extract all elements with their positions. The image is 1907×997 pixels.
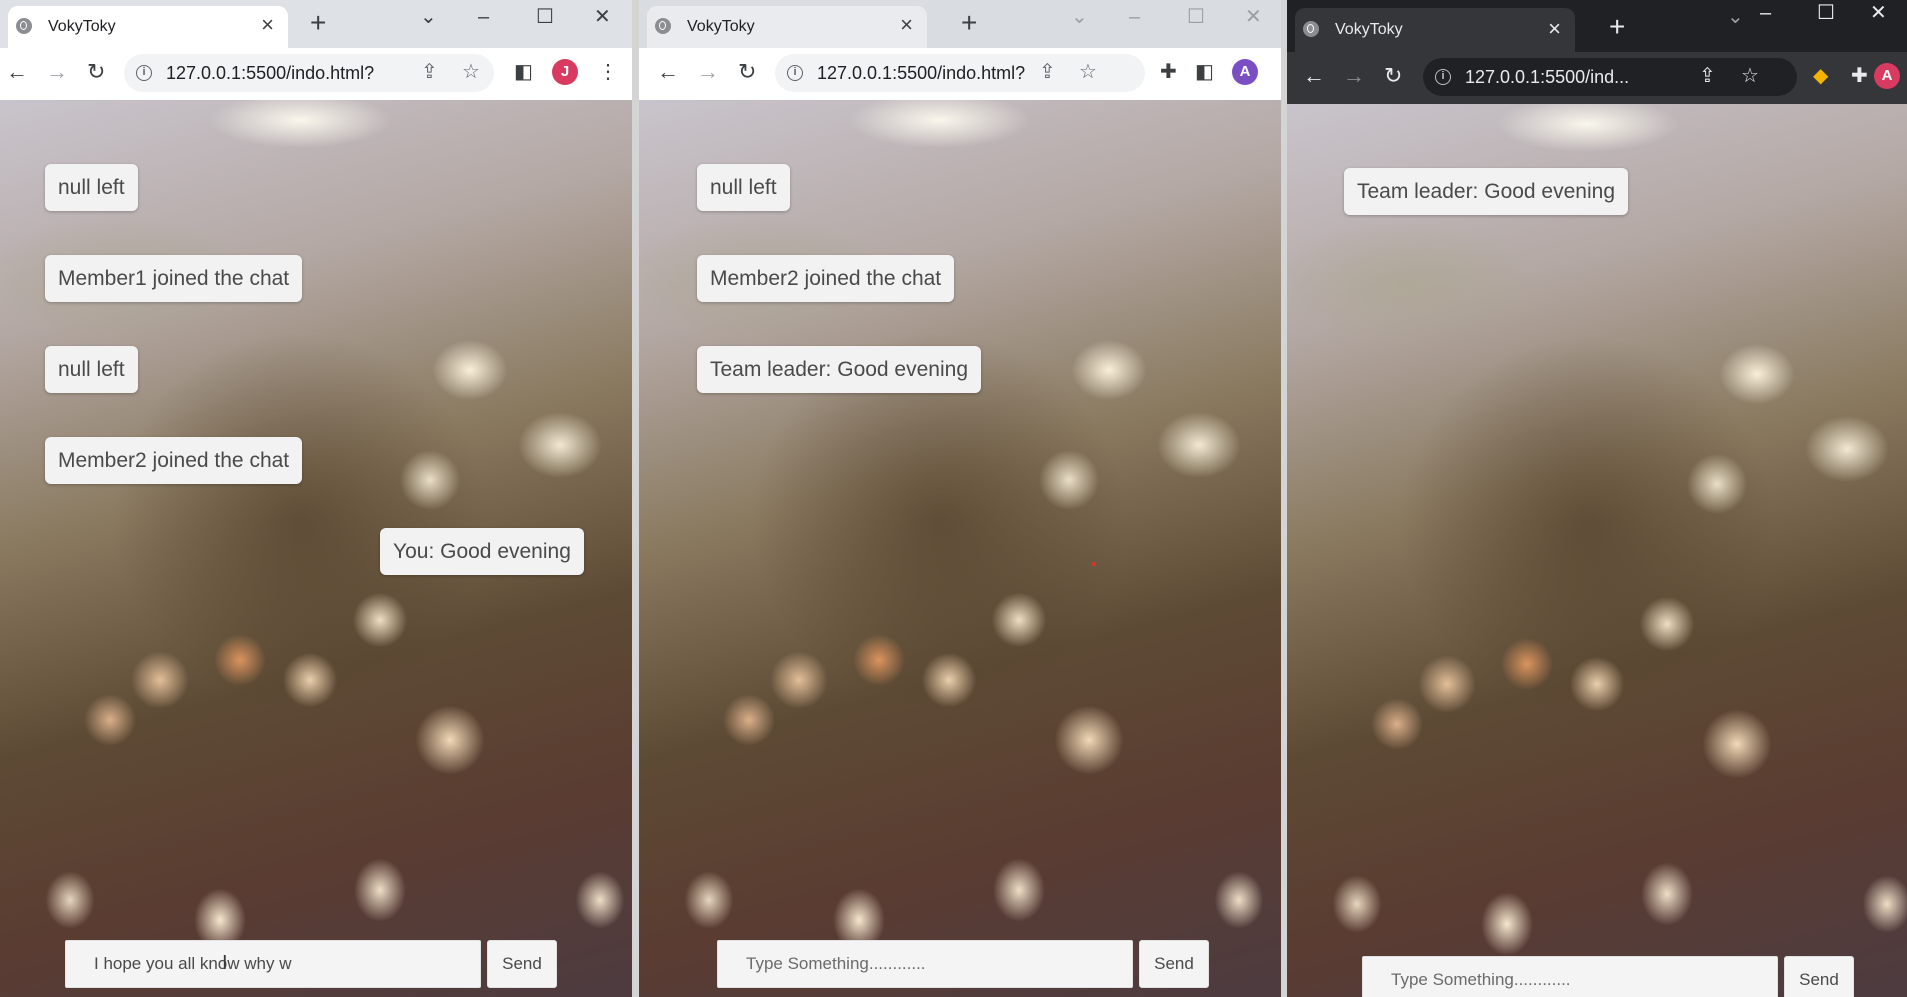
browser-chrome: VokyToky × + ⌄ – ☐ ✕ ← → ↻ i 127.0.0.1:5… [1287, 0, 1907, 104]
browser-chrome: VokyToky × + ⌄ – ☐ ✕ ← → ↻ i 127.0.0.1:5… [639, 0, 1281, 100]
chat-message: null left [697, 164, 790, 211]
browser-window-3: VokyToky × + ⌄ – ☐ ✕ ← → ↻ i 127.0.0.1:5… [1287, 0, 1907, 997]
message-input[interactable]: I hope you all know why w [65, 940, 481, 988]
window-divider [632, 0, 639, 997]
message-composer: Type Something............ Send [717, 940, 1217, 990]
tab-close-icon[interactable]: × [900, 14, 913, 36]
reload-button[interactable]: ↻ [738, 60, 756, 84]
bookmark-star-icon[interactable]: ☆ [1079, 61, 1097, 83]
reload-button[interactable]: ↻ [1384, 64, 1402, 88]
chat-message: Member2 joined the chat [697, 255, 955, 302]
tab-vokytoky[interactable]: VokyToky × [1295, 8, 1575, 52]
share-icon[interactable]: ⇪ [421, 61, 438, 83]
minimize-button[interactable]: – [478, 6, 489, 28]
extension-diamond-icon[interactable]: ◆ [1813, 65, 1828, 87]
send-button[interactable]: Send [1139, 940, 1209, 988]
side-panel-icon[interactable]: ◧ [514, 61, 533, 83]
forward-button[interactable]: → [697, 60, 719, 84]
side-panel-icon[interactable]: ◧ [1195, 61, 1214, 83]
minimize-button[interactable]: – [1129, 6, 1140, 28]
bookmark-star-icon[interactable]: ☆ [462, 61, 480, 83]
chat-message: Member2 joined the chat [45, 437, 303, 484]
extensions-icon[interactable]: ✚ [1160, 61, 1177, 83]
message-composer: I hope you all know why w I Send [65, 940, 565, 990]
back-button[interactable]: ← [657, 60, 679, 84]
chat-message-own: You: Good evening [380, 528, 584, 575]
site-info-icon[interactable]: i [787, 65, 803, 81]
url-text: 127.0.0.1:5500/indo.html? [166, 63, 375, 83]
window-close-button[interactable]: ✕ [1870, 2, 1887, 24]
window-close-button[interactable]: ✕ [1245, 6, 1262, 28]
address-bar[interactable]: i 127.0.0.1:5500/indo.html? ⇪ ☆ [775, 54, 1145, 92]
tab-close-icon[interactable]: × [1548, 18, 1561, 40]
bookmark-star-icon[interactable]: ☆ [1741, 65, 1759, 87]
tab-vokytoky[interactable]: VokyToky × [8, 6, 288, 48]
chat-area: null left Member1 joined the chat null l… [0, 100, 632, 997]
profile-avatar[interactable]: A [1874, 63, 1900, 89]
extensions-icon[interactable]: ✚ [1851, 65, 1868, 87]
menu-icon[interactable]: ⋮ [598, 61, 618, 83]
message-input[interactable]: Type Something............ [717, 940, 1133, 988]
share-icon[interactable]: ⇪ [1039, 61, 1056, 83]
chat-message: Team leader: Good evening [697, 346, 981, 393]
maximize-button[interactable]: ☐ [1817, 2, 1835, 24]
toolbar: ← → ↻ i 127.0.0.1:5500/ind... ⇪ ☆ ◆ ✚ ◧ … [1287, 52, 1907, 104]
back-button[interactable]: ← [6, 60, 28, 84]
tab-search-icon[interactable]: ⌄ [420, 6, 437, 28]
globe-favicon-icon [16, 18, 32, 34]
tab-title: VokyToky [687, 18, 755, 35]
tab-close-icon[interactable]: × [261, 14, 274, 36]
browser-chrome: VokyToky × + ⌄ – ☐ ✕ ← → ↻ i 127.0.0.1:5… [0, 0, 632, 100]
globe-favicon-icon [1303, 21, 1319, 37]
tab-search-icon[interactable]: ⌄ [1727, 6, 1744, 28]
toolbar: ← → ↻ i 127.0.0.1:5500/indo.html? ⇪ ☆ ✚ … [639, 48, 1281, 100]
chat-message: Member1 joined the chat [45, 255, 303, 302]
back-button[interactable]: ← [1303, 64, 1325, 88]
forward-button[interactable]: → [1343, 64, 1365, 88]
browser-window-2: VokyToky × + ⌄ – ☐ ✕ ← → ↻ i 127.0.0.1:5… [639, 0, 1281, 997]
site-info-icon[interactable]: i [1435, 69, 1451, 85]
chat-message: Team leader: Good evening [1344, 168, 1628, 215]
url-text: 127.0.0.1:5500/indo.html? [817, 63, 1026, 83]
tab-title: VokyToky [48, 18, 116, 35]
browser-window-1: VokyToky × + ⌄ – ☐ ✕ ← → ↻ i 127.0.0.1:5… [0, 0, 632, 997]
maximize-button[interactable]: ☐ [1187, 6, 1205, 28]
chat-area: null left Member2 joined the chat Team l… [639, 100, 1281, 997]
minimize-button[interactable]: – [1760, 2, 1771, 24]
chat-message: null left [45, 346, 138, 393]
reload-button[interactable]: ↻ [87, 60, 105, 84]
new-tab-button[interactable]: + [961, 8, 977, 38]
window-close-button[interactable]: ✕ [594, 6, 611, 28]
message-composer: Type Something............ Send [1362, 956, 1862, 997]
new-tab-button[interactable]: + [1609, 12, 1625, 42]
chat-message: null left [45, 164, 138, 211]
toolbar: ← → ↻ i 127.0.0.1:5500/indo.html? ⇪ ☆ ◧ … [0, 48, 632, 100]
tab-vokytoky[interactable]: VokyToky × [647, 6, 927, 48]
tab-search-icon[interactable]: ⌄ [1071, 6, 1088, 28]
site-info-icon[interactable]: i [136, 65, 152, 81]
tab-strip: VokyToky × + ⌄ – ☐ ✕ [639, 0, 1281, 48]
tab-strip: VokyToky × + ⌄ – ☐ ✕ [1287, 0, 1907, 52]
forward-button[interactable]: → [46, 60, 68, 84]
url-text: 127.0.0.1:5500/ind... [1465, 67, 1630, 87]
globe-favicon-icon [655, 18, 671, 34]
new-tab-button[interactable]: + [310, 8, 326, 38]
chat-area: Team leader: Good evening Type Something… [1287, 104, 1907, 997]
maximize-button[interactable]: ☐ [536, 6, 554, 28]
message-input[interactable]: Type Something............ [1362, 956, 1778, 997]
share-icon[interactable]: ⇪ [1699, 65, 1716, 87]
profile-avatar[interactable]: J [552, 59, 578, 85]
tab-title: VokyToky [1335, 21, 1403, 38]
text-cursor-icon: I [222, 952, 228, 974]
send-button[interactable]: Send [487, 940, 557, 988]
profile-avatar[interactable]: A [1232, 59, 1258, 85]
address-bar[interactable]: i 127.0.0.1:5500/ind... ⇪ ☆ [1423, 58, 1797, 96]
red-dot [1092, 562, 1096, 566]
tab-strip: VokyToky × + ⌄ – ☐ ✕ [0, 0, 632, 48]
send-button[interactable]: Send [1784, 956, 1854, 997]
address-bar[interactable]: i 127.0.0.1:5500/indo.html? ⇪ ☆ [124, 54, 494, 92]
